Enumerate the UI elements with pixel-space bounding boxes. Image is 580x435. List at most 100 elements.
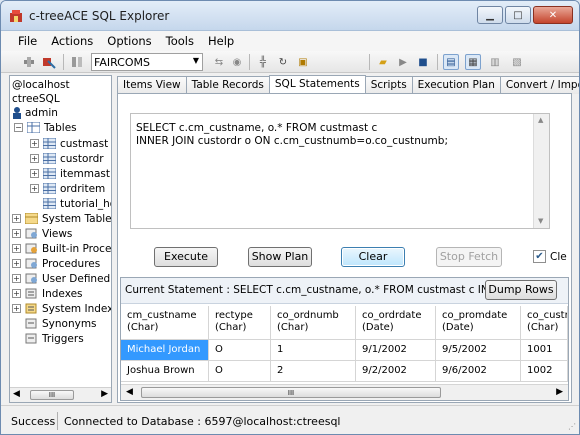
export-button[interactable]: ▣ <box>295 54 311 70</box>
tree-item-system-tables[interactable]: + System Tables <box>12 212 111 226</box>
maximize-button[interactable]: □ <box>505 6 531 24</box>
expand-icon[interactable]: + <box>12 229 21 238</box>
table-cell[interactable]: 1 <box>271 340 356 361</box>
expand-icon[interactable]: + <box>30 184 39 193</box>
column-header[interactable]: co_ordnumb (Char) <box>271 306 356 340</box>
tree-item-custordr[interactable]: + custordr <box>30 152 104 166</box>
tree-item-localhost[interactable]: @localhost <box>12 78 70 92</box>
menu-actions[interactable]: Actions <box>44 31 100 51</box>
results-grid[interactable]: cm_custname (Char) rectype (Char) co_ord… <box>121 306 568 384</box>
sql-editor-scrollbar[interactable]: ▲ ▼ <box>533 114 549 228</box>
tab-sql-statements[interactable]: SQL Statements <box>268 75 366 94</box>
save-script-button[interactable]: ■ <box>415 54 431 70</box>
table-cell[interactable]: Joshua Brown <box>121 361 209 382</box>
tab-execution-plan[interactable]: Execution Plan <box>411 76 501 94</box>
dump-rows-button[interactable]: Dump Rows <box>485 280 557 300</box>
refresh-button[interactable]: ↻ <box>275 54 291 70</box>
tree-item-indexes[interactable]: + Indexes <box>12 287 83 301</box>
scroll-right-icon[interactable]: ▶ <box>101 389 108 399</box>
view-sql-button[interactable]: ▤ <box>443 54 459 70</box>
scroll-right-icon[interactable]: ▶ <box>556 387 563 397</box>
menu-options[interactable]: Options <box>100 31 158 51</box>
tree-item-tutorial-hos[interactable]: tutorial_hos <box>43 197 111 211</box>
execute-button[interactable]: Execute <box>154 247 218 267</box>
tree-item-ctreesql[interactable]: ctreeSQL <box>12 92 60 106</box>
tree-item-ordritem[interactable]: + ordritem <box>30 182 105 196</box>
tree-item-synonyms[interactable]: Synonyms <box>25 317 97 331</box>
column-header[interactable]: co_custr (Char) <box>521 306 568 340</box>
table-cell[interactable]: Michael Jordan <box>121 340 209 361</box>
column-header[interactable]: cm_custname (Char) <box>121 306 209 340</box>
sql-editor[interactable]: SELECT c.cm_custname, o.* FROM custmast … <box>130 113 550 229</box>
show-plan-button[interactable]: Show Plan <box>248 247 312 267</box>
column-header[interactable]: co_ordrdate (Date) <box>356 306 436 340</box>
column-header[interactable]: rectype (Char) <box>209 306 271 340</box>
run-script-button[interactable]: ▶ <box>395 54 411 70</box>
play-icon: ▶ <box>399 56 407 68</box>
tree-item-builtin-procedures[interactable]: + Built-in Procedu <box>12 242 111 256</box>
minimize-button[interactable]: ▁ <box>477 6 503 24</box>
open-script-button[interactable]: ▰ <box>375 54 391 70</box>
expand-icon[interactable]: + <box>12 214 21 223</box>
database-select[interactable]: FAIRCOMS ▼ <box>91 53 203 71</box>
tree-item-admin[interactable]: admin <box>12 106 58 120</box>
tree-item-custmast[interactable]: + custmast <box>30 137 108 151</box>
expand-icon[interactable]: + <box>12 259 21 268</box>
table-cell[interactable]: 9/2/2002 <box>356 361 436 382</box>
menu-file[interactable]: File <box>11 31 44 51</box>
scroll-left-icon[interactable]: ◀ <box>13 389 20 399</box>
table-cell[interactable]: 1001 <box>521 340 568 361</box>
expand-icon[interactable]: + <box>12 304 21 313</box>
clear-checkbox[interactable]: ✔ <box>533 250 546 263</box>
tool-button-2[interactable]: ◉ <box>229 54 245 70</box>
table-cell[interactable]: 1002 <box>521 361 568 382</box>
close-button[interactable]: ✕ <box>533 6 573 24</box>
collapse-icon[interactable]: − <box>14 123 23 132</box>
scroll-thumb[interactable]: III <box>141 387 441 398</box>
tree-item-system-indexes[interactable]: + System Indexes <box>12 302 111 316</box>
tree-item-itemmast[interactable]: + itemmast <box>30 167 110 181</box>
tree-horizontal-scrollbar[interactable]: ◀ III ▶ <box>10 387 111 402</box>
menu-tools[interactable]: Tools <box>159 31 201 51</box>
resize-grip-icon[interactable]: ⋰ <box>568 422 576 431</box>
view-options-button[interactable]: ▧ <box>509 54 525 70</box>
scroll-down-icon[interactable]: ▼ <box>538 217 543 225</box>
table-cell[interactable]: 9/5/2002 <box>436 340 521 361</box>
database-list-button[interactable] <box>69 54 85 70</box>
expand-icon[interactable]: + <box>12 289 21 298</box>
expand-icon[interactable]: + <box>12 274 21 283</box>
expand-icon[interactable]: + <box>12 244 21 253</box>
clear-button[interactable]: Clear <box>341 247 405 267</box>
scroll-up-icon[interactable]: ▲ <box>538 116 543 124</box>
column-header[interactable]: co_promdate (Date) <box>436 306 521 340</box>
object-tree[interactable]: @localhost ctreeSQL admin − Tables + cus… <box>9 75 112 403</box>
table-cell[interactable]: O <box>209 361 271 382</box>
tab-table-records[interactable]: Table Records <box>185 76 270 94</box>
tree-item-tables[interactable]: − Tables <box>12 121 77 135</box>
menu-help[interactable]: Help <box>201 31 241 51</box>
tab-items-view[interactable]: Items View <box>117 76 187 94</box>
tree-item-triggers[interactable]: Triggers <box>25 332 84 346</box>
expand-icon[interactable]: + <box>30 154 39 163</box>
tool-button-1[interactable]: ⇆ <box>211 54 227 70</box>
table-cell[interactable]: 2 <box>271 361 356 382</box>
view-grid-button[interactable]: ▦ <box>465 54 481 70</box>
tool-button-3[interactable]: ╬ <box>255 54 271 70</box>
table-cell[interactable]: 9/1/2002 <box>356 340 436 361</box>
tab-scripts[interactable]: Scripts <box>364 76 413 94</box>
tree-item-procedures[interactable]: + Procedures <box>12 257 100 271</box>
table-cell[interactable]: 9/6/2002 <box>436 361 521 382</box>
expand-icon[interactable]: + <box>30 139 39 148</box>
tree-item-user-defined-functions[interactable]: + User Defined F <box>12 272 111 286</box>
expand-icon[interactable]: + <box>30 169 39 178</box>
connect-button[interactable] <box>21 54 37 70</box>
tab-convert-import[interactable]: Convert / Import <box>499 76 579 94</box>
scroll-left-icon[interactable]: ◀ <box>126 387 133 397</box>
stop-fetch-button[interactable]: Stop Fetch <box>436 247 502 267</box>
tree-item-views[interactable]: + Views <box>12 227 72 241</box>
grid-horizontal-scrollbar[interactable]: ◀ III ▶ <box>121 384 568 400</box>
view-columns-button[interactable]: ▥ <box>487 54 503 70</box>
scroll-thumb[interactable]: III <box>30 390 74 400</box>
disconnect-button[interactable] <box>41 54 57 70</box>
table-cell[interactable]: O <box>209 340 271 361</box>
